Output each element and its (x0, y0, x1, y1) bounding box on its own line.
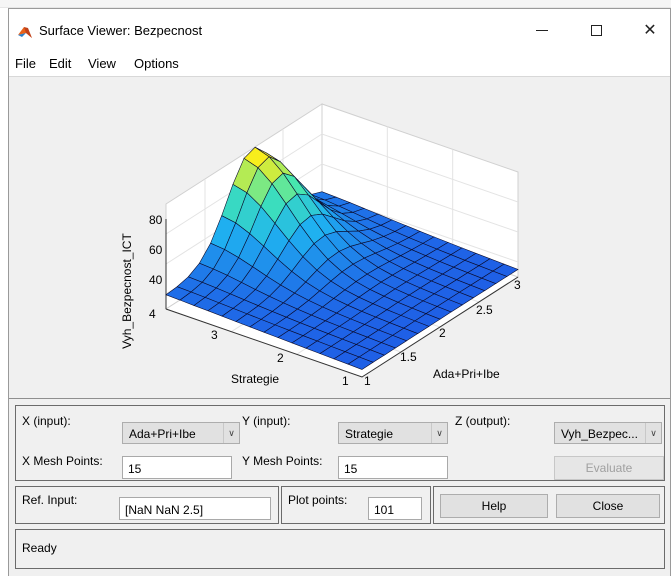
actions-frame: Help Close (433, 486, 665, 524)
close-window-button[interactable]: ✕ (627, 9, 671, 51)
z-output-select[interactable]: Vyh_Bezpec... ∨ (554, 422, 662, 444)
z-tick-60: 60 (149, 243, 163, 257)
menu-view[interactable]: View (88, 56, 116, 71)
title-bar: Surface Viewer: Bezpecnost ✕ (9, 9, 670, 51)
chevron-down-icon: ∨ (223, 423, 239, 443)
help-button[interactable]: Help (440, 494, 548, 518)
menu-bar: File Edit View Options (9, 51, 670, 77)
maximize-icon (590, 24, 602, 36)
y-input-label: Y (input): (242, 414, 291, 428)
menu-options[interactable]: Options (134, 56, 179, 71)
ref-input-label: Ref. Input: (22, 493, 78, 507)
window-title: Surface Viewer: Bezpecnost (39, 23, 203, 38)
y-axis-label: Strategie (231, 372, 279, 386)
x-tick-2-5: 2.5 (476, 303, 493, 317)
x-mesh-input[interactable]: 15 (122, 456, 232, 479)
status-text: Ready (22, 541, 57, 555)
background-window-strip (0, 0, 671, 8)
close-button[interactable]: Close (556, 494, 660, 518)
y-tick-3: 3 (211, 328, 218, 342)
control-panel: X (input): Ada+Pri+Ibe ∨ Y (input): Stra… (9, 398, 670, 576)
ref-input-frame: Ref. Input: [NaN NaN 2.5] (15, 486, 279, 524)
y-tick-2: 2 (277, 351, 284, 365)
x-mesh-label: X Mesh Points: (22, 454, 103, 468)
maximize-button[interactable] (573, 9, 619, 51)
x-tick-3: 3 (514, 278, 521, 292)
status-frame: Ready (15, 529, 665, 569)
surface-viewer-window: Surface Viewer: Bezpecnost ✕ File Edit V… (8, 8, 671, 576)
matlab-icon (18, 27, 32, 38)
x-input-select[interactable]: Ada+Pri+Ibe ∨ (122, 422, 240, 444)
x-axis-label: Ada+Pri+Ibe (433, 367, 500, 381)
evaluate-button[interactable]: Evaluate (554, 456, 664, 480)
y-tick-1: 1 (342, 374, 349, 388)
menu-file[interactable]: File (15, 56, 36, 71)
y-mesh-label: Y Mesh Points: (242, 454, 323, 468)
x-tick-1-5: 1.5 (400, 350, 417, 364)
plot-points-input[interactable]: 101 (368, 497, 422, 520)
axes-selection-frame: X (input): Ada+Pri+Ibe ∨ Y (input): Stra… (15, 405, 665, 481)
minimize-icon (536, 29, 548, 31)
plot-points-label: Plot points: (288, 493, 348, 507)
z-tick-40: 40 (149, 273, 163, 287)
surface-plot: 80 60 40 Vyh_Bezpecnost_ICT 4 3 2 1 Stra… (120, 103, 521, 388)
close-icon: ✕ (643, 22, 657, 39)
y-tick-4: 4 (149, 307, 156, 321)
surface-plot-area[interactable]: 80 60 40 Vyh_Bezpecnost_ICT 4 3 2 1 Stra… (9, 77, 670, 396)
z-axis-label: Vyh_Bezpecnost_ICT (120, 233, 134, 349)
y-mesh-input[interactable]: 15 (338, 456, 448, 479)
z-tick-80: 80 (149, 213, 163, 227)
chevron-down-icon: ∨ (645, 423, 661, 443)
x-tick-1: 1 (364, 374, 371, 388)
x-tick-2: 2 (439, 326, 446, 340)
minimize-button[interactable] (519, 9, 565, 51)
menu-edit[interactable]: Edit (49, 56, 71, 71)
chevron-down-icon: ∨ (431, 423, 447, 443)
ref-input-field[interactable]: [NaN NaN 2.5] (119, 497, 271, 520)
x-input-label: X (input): (22, 414, 71, 428)
z-output-label: Z (output): (455, 414, 511, 428)
plot-points-frame: Plot points: 101 (281, 486, 431, 524)
y-input-select[interactable]: Strategie ∨ (338, 422, 448, 444)
